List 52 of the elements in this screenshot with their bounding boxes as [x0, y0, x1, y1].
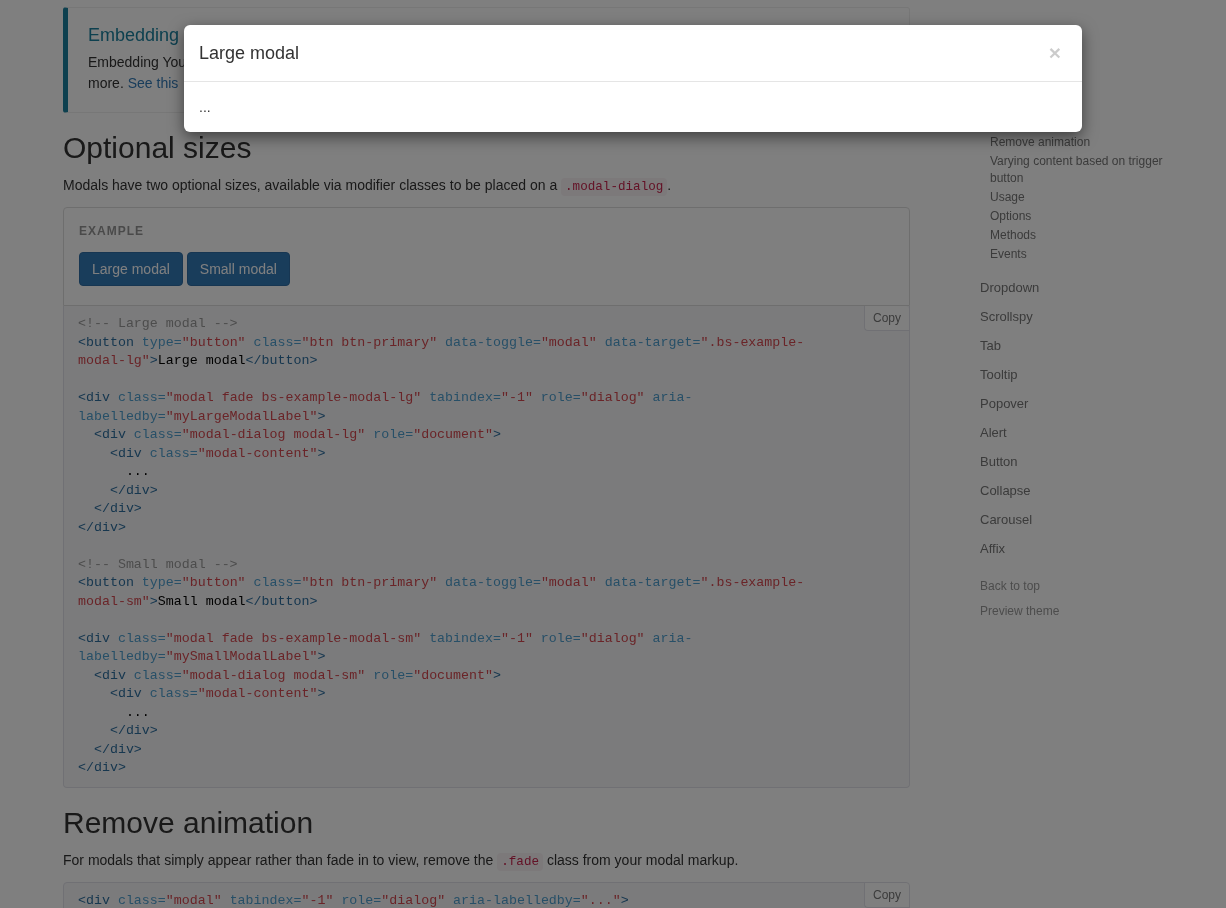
- code-line: </div>: [92, 740, 142, 759]
- section-intro: For modals that simply appear rather than fade in to view, remove the .fade class from your modal markup.: [63, 850, 740, 872]
- callout-title: Embedding: [88, 25, 181, 46]
- sidebar-link[interactable]: Popover: [980, 391, 1180, 417]
- sidebar-link[interactable]: Carousel: [980, 507, 1180, 533]
- sidebar-link[interactable]: Alert: [980, 420, 1180, 446]
- copy-button[interactable]: Copy: [864, 306, 909, 331]
- code-line: ...: [124, 463, 150, 481]
- sidebar-link[interactable]: Scrollspy: [980, 304, 1180, 330]
- sidebar-link[interactable]: Events: [980, 245, 1180, 264]
- code-line: </div>: [108, 722, 158, 740]
- sidebar-link[interactable]: Collapse: [980, 478, 1180, 504]
- code-line: modal-lg">Large modal</button>: [78, 352, 318, 370]
- sidebar-link[interactable]: Methods: [980, 226, 1180, 245]
- copy-button[interactable]: Copy: [864, 882, 909, 908]
- modal-button[interactable]: Large modal: [79, 252, 183, 286]
- code-line: labelledby="myLargeModalLabel">: [78, 407, 326, 426]
- modal-backdrop[interactable]: [0, 0, 1226, 908]
- code-line: </div>: [78, 518, 126, 537]
- code-line: <div class="modal" tabindex="-1" role="dialog" aria-labelledby="...">: [78, 891, 629, 908]
- sidebar-link[interactable]: Dropdown: [980, 275, 1180, 301]
- code-line: labelledby="mySmallModalLabel">: [78, 648, 326, 666]
- code-line: </div>: [78, 759, 126, 777]
- sidebar-link[interactable]: Usage: [980, 188, 1180, 207]
- code-line: <button type="button" class="btn btn-primary" data-toggle="modal" data-target=".bs-example-: [78, 574, 805, 592]
- code-line: <div class="modal-dialog modal-sm" role="document">: [92, 666, 501, 685]
- modal-body-text: ...: [198, 98, 212, 117]
- sidebar-link[interactable]: Tab: [980, 333, 1180, 359]
- close-button[interactable]: ×: [1048, 41, 1067, 65]
- callout-link[interactable]: See this: [127, 75, 179, 91]
- section-heading: Optional sizes: [63, 130, 253, 166]
- code-line: </div>: [92, 500, 142, 518]
- modal-title: Large modal: [199, 42, 300, 64]
- sidebar-link[interactable]: Tooltip: [980, 362, 1180, 388]
- modal-button[interactable]: Small modal: [186, 252, 290, 286]
- sidebar-link[interactable]: Varying content based on trigger button: [980, 152, 1180, 188]
- code-line: ...: [124, 703, 150, 722]
- section-intro: Modals have two optional sizes, available via modifier classes to be placed on a .modal-dialog .: [63, 176, 673, 197]
- sidebar-link[interactable]: Affix: [980, 536, 1180, 562]
- callout-text: more. See this: [88, 74, 179, 93]
- code-line: <div class="modal-content">: [108, 685, 326, 703]
- code-line: </div>: [108, 481, 158, 500]
- code-line: <div class="modal-content">: [108, 444, 326, 463]
- code-line: <button type="button" class="btn btn-primary" data-toggle="modal" data-target=".bs-example-: [78, 333, 805, 352]
- section-heading: Remove animation: [63, 804, 315, 841]
- code-line: <div class="modal fade bs-example-modal-lg" tabindex="-1" role="dialog" aria-: [78, 389, 693, 407]
- sidebar-link[interactable]: Button: [980, 449, 1180, 475]
- code-line: <div class="modal-dialog modal-lg" role="document">: [92, 426, 501, 444]
- sidebar-link[interactable]: Remove animation: [980, 133, 1180, 152]
- code-line: <div class="modal fade bs-example-modal-sm" tabindex="-1" role="dialog" aria-: [78, 629, 693, 648]
- code-line: modal-sm">Small modal</button>: [78, 592, 318, 611]
- sidebar-link[interactable]: Options: [980, 207, 1180, 226]
